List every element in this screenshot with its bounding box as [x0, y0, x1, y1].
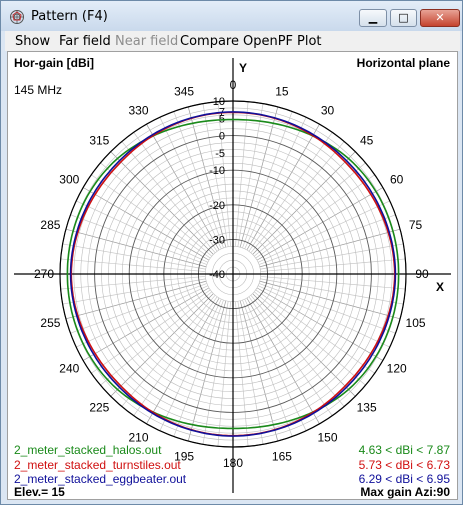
frequency-label: 145 MHz [14, 83, 63, 97]
polar-chart: YX0 1530456075901051201351501651801952102… [14, 58, 451, 493]
angle-label: 180 [223, 456, 243, 470]
angle-label: 150 [317, 431, 337, 445]
angle-label: 240 [59, 362, 79, 376]
menu-bar: Show Far field Near field Compare OpenPF… [5, 31, 460, 51]
angle-label: 0 [230, 78, 237, 92]
angle-label: 30 [321, 103, 335, 117]
radial-gridline [252, 293, 356, 397]
x-axis-letter: X [436, 280, 444, 294]
radial-gridline [250, 141, 345, 253]
radial-gridline [246, 124, 320, 250]
radial-gridline [242, 300, 293, 437]
angle-label: 165 [272, 450, 292, 464]
elevation-label: Elev.= 15 [14, 485, 65, 499]
angle-label: 300 [59, 173, 79, 187]
radial-label: -40 [209, 269, 225, 281]
pattern-plot-area: Y X 0 15 30 45 60 75 90 105 120 135 150 165 180 195 210 2… [7, 51, 458, 500]
gain-axis-label: Hor-gain [dBi] [14, 56, 94, 70]
radial-gridline [173, 300, 224, 437]
legend-range-eggbeater: 6.29 < dBi < 6.95 [358, 472, 450, 486]
radial-gridline [250, 295, 345, 407]
title-bar[interactable]: Pattern (F4) ▁ □ ✕ [1, 1, 462, 31]
menu-openpf[interactable]: OpenPF [243, 34, 293, 49]
radial-gridline [121, 141, 216, 253]
menu-show[interactable]: Show [15, 34, 50, 49]
pattern-app-icon [10, 10, 24, 24]
radial-label: -30 [209, 234, 225, 246]
radial-gridline [257, 287, 383, 361]
radial-gridline [254, 291, 366, 386]
close-button[interactable]: ✕ [420, 9, 460, 27]
legend-file-halos: 2_meter_stacked_halos.out [14, 443, 162, 457]
max-gain-label: Max gain Azi:90 [360, 485, 450, 499]
angle-label: 135 [357, 401, 377, 415]
radial-label: 0 [219, 131, 225, 143]
radial-gridline [259, 283, 396, 334]
radial-gridline [121, 295, 216, 407]
menu-far-field[interactable]: Far field [59, 34, 111, 49]
angle-label: 330 [128, 103, 148, 117]
angle-label: 225 [89, 401, 109, 415]
angle-label: 60 [390, 173, 404, 187]
angle-label: 255 [40, 316, 60, 330]
legend-file-eggbeater: 2_meter_stacked_eggbeater.out [14, 472, 187, 486]
y-axis-letter: Y [239, 61, 247, 75]
radial-gridline [259, 214, 396, 265]
menu-compare[interactable]: Compare [180, 34, 239, 49]
radial-gridline [110, 151, 214, 255]
radial-gridline [252, 151, 356, 255]
radial-gridline [70, 214, 207, 265]
radial-gridline [242, 111, 293, 248]
menu-near-field: Near field [115, 34, 179, 49]
radial-gridline [83, 187, 209, 261]
radial-gridline [257, 187, 383, 261]
angle-label: 120 [387, 362, 407, 376]
angle-label: 75 [409, 218, 423, 232]
legend-file-turnstiles: 2_meter_stacked_turnstiles.out [14, 458, 181, 472]
angle-label: 315 [89, 133, 109, 147]
radial-gridline [110, 293, 214, 397]
radial-gridline [100, 291, 212, 386]
maximize-icon: □ [398, 11, 409, 24]
legend-range-turnstiles: 5.73 < dBi < 6.73 [358, 458, 450, 472]
angle-label: 15 [275, 84, 289, 98]
legend-range-halos: 4.63 < dBi < 7.87 [358, 443, 450, 457]
radial-gridline [70, 283, 207, 334]
radial-label: -10 [209, 165, 225, 177]
menu-plot[interactable]: Plot [297, 34, 322, 49]
minimize-icon: ▁ [368, 11, 378, 24]
plane-label: Horizontal plane [356, 56, 450, 70]
radial-gridline [100, 162, 212, 257]
angle-label: 45 [360, 133, 374, 147]
radial-label: -20 [209, 200, 225, 212]
radial-gridline [83, 287, 209, 361]
angle-label: 270 [34, 267, 54, 281]
maximize-button[interactable]: □ [390, 9, 417, 27]
window-title: Pattern (F4) [31, 9, 108, 24]
angle-label: 90 [415, 267, 429, 281]
close-icon: ✕ [435, 11, 445, 24]
radial-gridline [146, 124, 220, 250]
radial-gridline [246, 298, 320, 424]
radial-gridline [146, 298, 220, 424]
angle-label: 345 [174, 84, 194, 98]
angle-label: 105 [406, 316, 426, 330]
minimize-button[interactable]: ▁ [359, 9, 387, 27]
radial-gridline [173, 111, 224, 248]
radial-label: -5 [215, 148, 225, 160]
radial-gridline [254, 162, 366, 257]
angle-label: 285 [40, 218, 60, 232]
pattern-window: Pattern (F4) ▁ □ ✕ Show Far field Near f… [0, 0, 463, 505]
